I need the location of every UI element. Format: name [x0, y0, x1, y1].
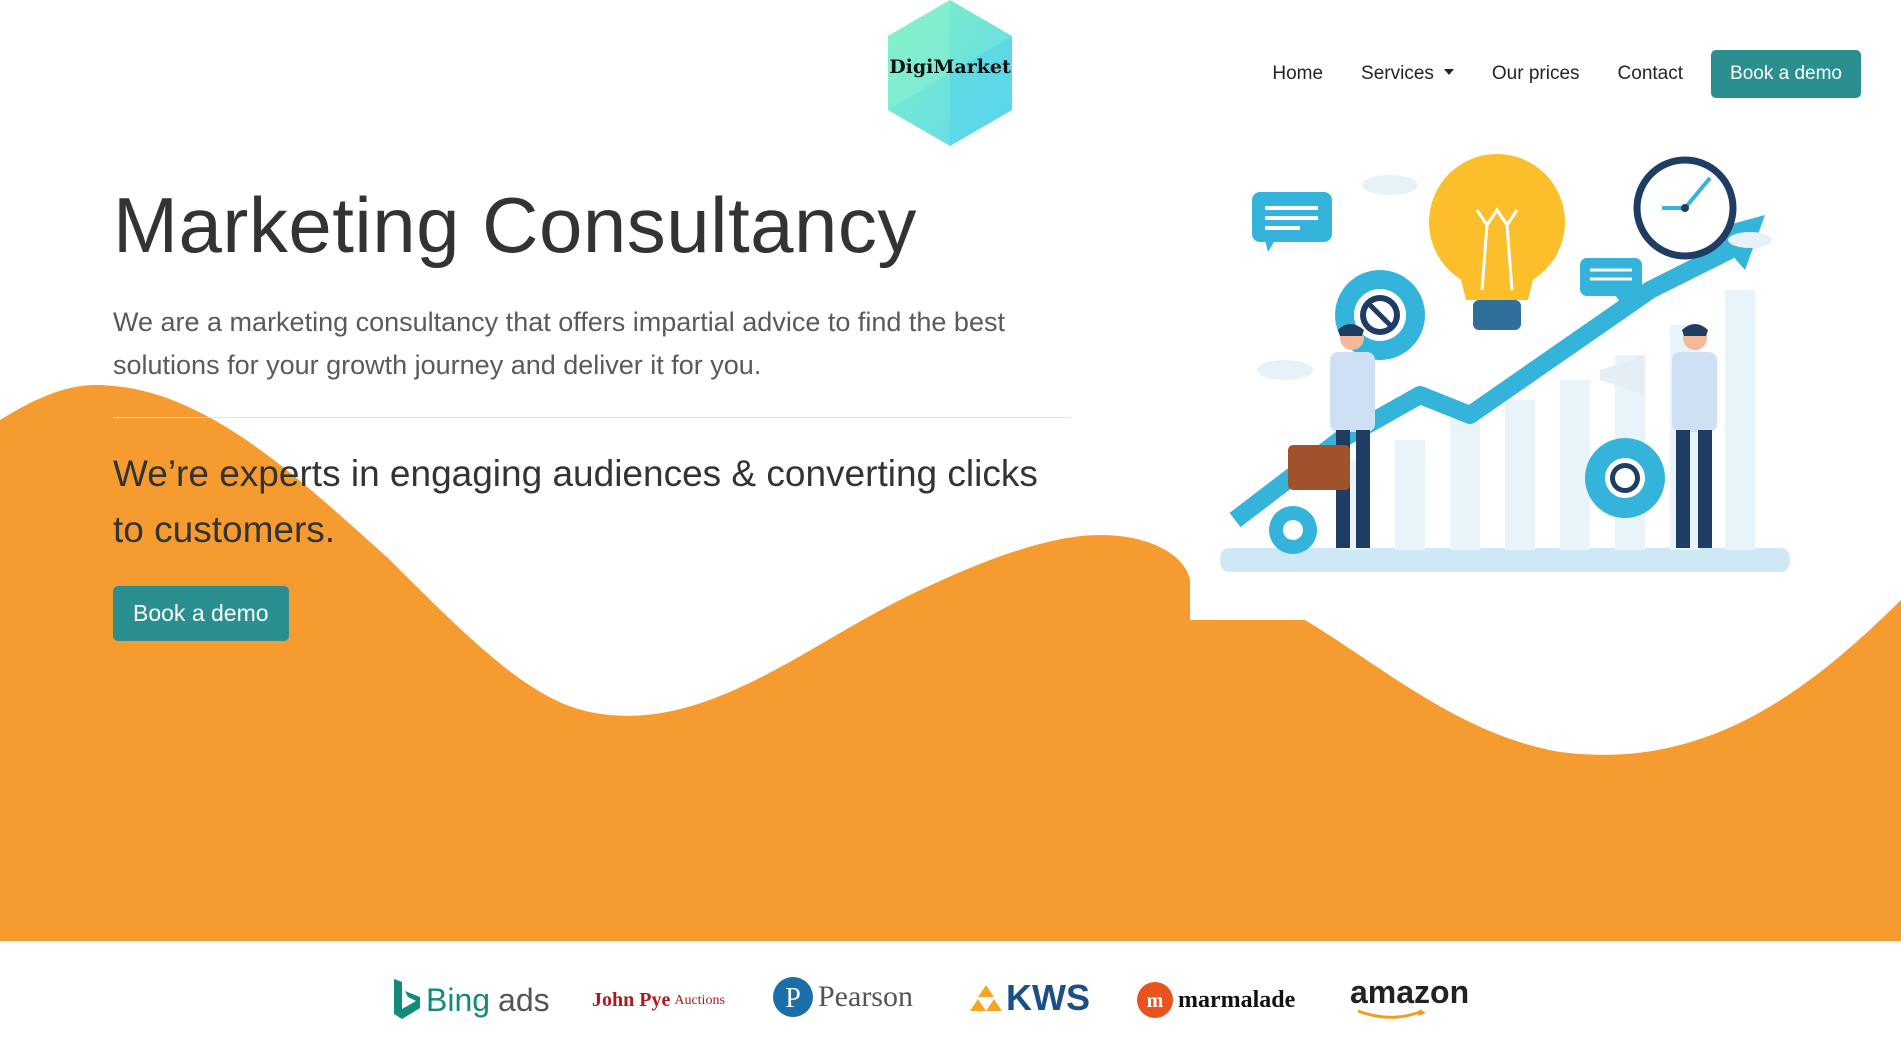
john-pye-logo: John Pye Auctions — [592, 989, 725, 1012]
kws-text: KWS — [1006, 977, 1090, 1018]
amazon-logo: amazon — [1350, 975, 1469, 1021]
nav-link-our-prices[interactable]: Our prices — [1492, 63, 1580, 85]
pearson-icon: P — [773, 977, 813, 1017]
brand-logo[interactable]: DigiMarket — [885, 0, 1015, 146]
navbar: DigiMarket Home Services Our prices Cont… — [0, 0, 1901, 150]
nav-link-label: Services — [1361, 63, 1434, 84]
bing-ads-logo: Bing ads — [392, 979, 550, 1021]
bing-ads-subtext: ads — [498, 981, 550, 1018]
briefcase-icon — [1288, 445, 1350, 490]
nav-link-services[interactable]: Services — [1361, 63, 1454, 85]
hero-title: Marketing Consultancy — [113, 181, 917, 269]
cloud-icon — [1362, 175, 1418, 195]
platform-shape — [1220, 548, 1790, 572]
svg-text:P: P — [785, 983, 801, 1014]
john-pye-subtext: Auctions — [674, 992, 725, 1008]
nav-book-demo-button[interactable]: Book a demo — [1711, 50, 1861, 98]
business-growth-illustration — [1220, 154, 1790, 572]
cloud-icon — [1728, 232, 1772, 248]
hero-divider — [113, 417, 1071, 418]
nav-link-label: Home — [1272, 63, 1324, 84]
john-pye-text: John Pye — [592, 989, 671, 1011]
hero-section: Marketing Consultancy We are a marketing… — [113, 180, 1073, 641]
hero-subheading: We’re experts in engaging audiences & co… — [113, 453, 1038, 550]
bing-icon — [394, 979, 420, 1019]
gear-icon — [1269, 506, 1317, 554]
chat-bubble-icon — [1580, 258, 1642, 296]
partner-logos-strip: Bing ads John Pye Auctions P Pearson KWS… — [0, 941, 1901, 1040]
caret-down-icon — [1443, 68, 1454, 75]
nav-link-label: Our prices — [1491, 63, 1580, 84]
hero-book-demo-button[interactable]: Book a demo — [113, 586, 289, 641]
brand-logo-text: DigiMarket — [889, 56, 1011, 78]
amazon-smile-icon — [1357, 1009, 1426, 1019]
kws-logo: KWS — [970, 977, 1090, 1019]
kws-icon — [970, 985, 1002, 1011]
hero-description: We are a marketing consultancy that offe… — [113, 307, 1005, 380]
cloud-icon — [1257, 360, 1313, 380]
nav-link-home[interactable]: Home — [1272, 63, 1323, 85]
pearson-text: Pearson — [818, 980, 913, 1013]
gear-icon — [1585, 438, 1665, 518]
svg-text:m: m — [1147, 990, 1164, 1012]
nav-links: Home Services Our prices Contact Book a … — [1234, 50, 1861, 98]
pearson-logo: P Pearson — [772, 976, 913, 1018]
nav-link-contact[interactable]: Contact — [1618, 63, 1683, 85]
nav-link-label: Contact — [1617, 63, 1684, 84]
amazon-text: amazon — [1350, 974, 1470, 1010]
marmalade-logo: m marmalade — [1136, 981, 1295, 1019]
marmalade-text: marmalade — [1178, 986, 1296, 1013]
marmalade-icon: m — [1137, 982, 1173, 1018]
bing-ads-text: Bing — [426, 981, 491, 1018]
